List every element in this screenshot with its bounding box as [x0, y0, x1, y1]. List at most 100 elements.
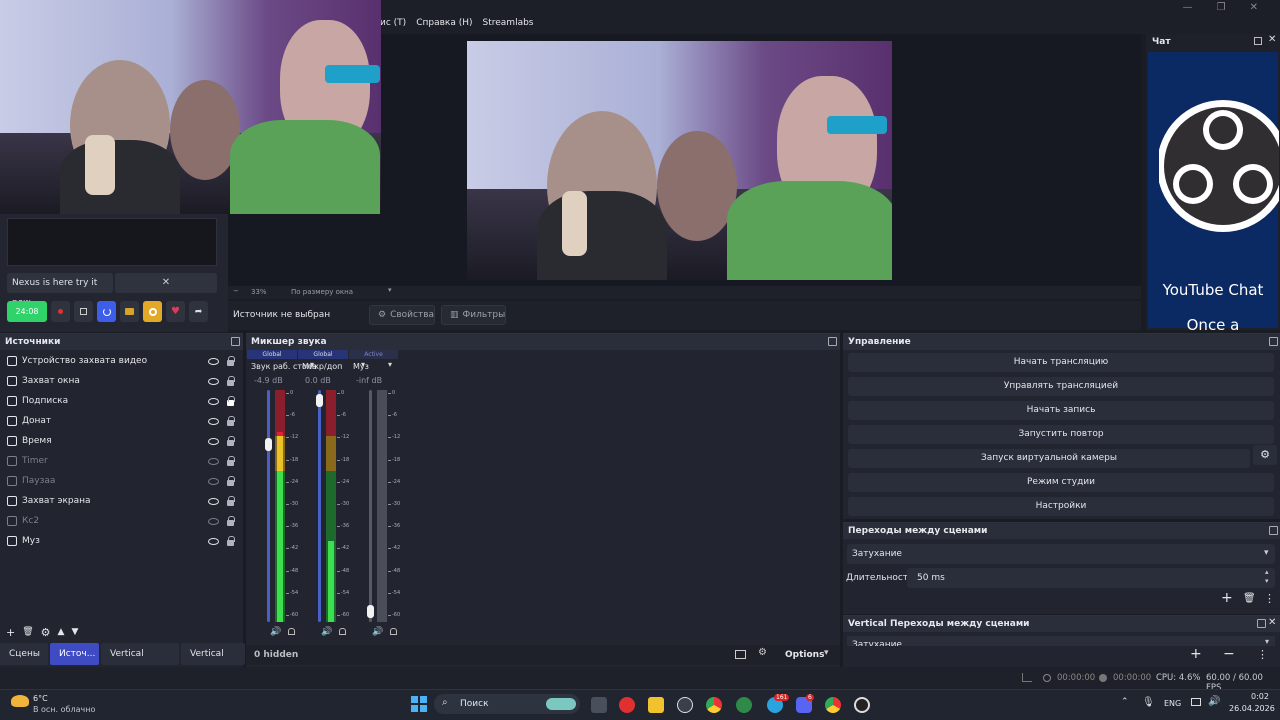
clock-date[interactable]: 26.04.2026 — [1229, 704, 1275, 713]
volume-fader[interactable] — [369, 390, 372, 622]
tab-sources[interactable]: Источ... — [50, 643, 99, 665]
eye-off-icon[interactable] — [208, 478, 219, 485]
task-view-icon[interactable] — [591, 697, 607, 713]
headphones-icon[interactable] — [288, 628, 295, 635]
fader-handle[interactable] — [265, 438, 272, 452]
yandex-browser-icon[interactable] — [619, 697, 635, 713]
refresh-button[interactable] — [97, 301, 116, 322]
menu-item-tools[interactable]: ис (T) — [380, 18, 406, 30]
settings-widget-button[interactable] — [143, 301, 162, 322]
main-preview-video[interactable] — [467, 41, 892, 280]
fader-handle[interactable] — [316, 394, 323, 408]
camera-overlay-video[interactable] — [0, 0, 381, 214]
speaker-icon[interactable]: 🔊 — [270, 627, 281, 637]
timer-button[interactable]: 24:08 — [7, 301, 47, 322]
source-row[interactable]: Время — [0, 431, 243, 451]
duration-input[interactable]: 50 ms — [907, 568, 1275, 588]
source-row[interactable]: Устройство захвата видео — [0, 351, 243, 371]
tab-scenes[interactable]: Сцены — [0, 643, 48, 665]
eye-icon[interactable] — [208, 438, 219, 445]
lock-icon[interactable] — [227, 396, 235, 406]
file-explorer-icon[interactable] — [648, 697, 664, 713]
eye-off-icon[interactable] — [208, 518, 219, 525]
spotify-icon[interactable] — [736, 697, 752, 713]
close-icon[interactable]: ✕ — [1268, 34, 1276, 45]
chrome-icon[interactable] — [706, 697, 722, 713]
source-row[interactable]: Муз — [0, 531, 243, 551]
speaker-muted-icon[interactable]: 🔊 — [372, 627, 383, 637]
start-button[interactable] — [411, 696, 427, 712]
unlock-icon[interactable] — [227, 416, 235, 426]
unlock-icon[interactable] — [227, 436, 235, 446]
volume-fader[interactable] — [267, 390, 270, 622]
close-window-button[interactable]: ✕ — [1250, 2, 1258, 13]
float-icon[interactable] — [1254, 37, 1262, 45]
share-button[interactable]: ➦ — [189, 301, 208, 322]
eye-off-icon[interactable] — [208, 458, 219, 465]
options-button[interactable]: Options — [785, 650, 824, 660]
source-settings-button[interactable]: ⚙ — [41, 626, 51, 639]
mixer-channel-name[interactable]: Микр/доп — [302, 362, 342, 371]
add-vertical-transition-button[interactable]: + — [1190, 646, 1202, 662]
remove-vertical-transition-button[interactable]: − — [1223, 646, 1235, 662]
transition-select[interactable]: Затухание — [847, 544, 1275, 564]
weather-temp[interactable]: 6°C — [33, 694, 48, 703]
float-icon[interactable] — [1269, 526, 1278, 535]
maximize-button[interactable]: ❐ — [1217, 2, 1226, 13]
volume-fader[interactable] — [318, 390, 321, 622]
chevron-up-icon[interactable]: ⌃ — [1121, 697, 1129, 707]
trash-icon[interactable]: 🗑 — [1243, 593, 1256, 604]
stop-button[interactable] — [74, 301, 93, 322]
hidden-count[interactable]: 0 hidden — [254, 650, 298, 660]
eye-icon[interactable] — [208, 498, 219, 505]
float-icon[interactable] — [1269, 337, 1278, 346]
fader-handle[interactable] — [367, 604, 374, 618]
headphones-icon[interactable] — [390, 628, 397, 635]
unlock-icon[interactable] — [227, 376, 235, 386]
chrome-icon[interactable] — [825, 697, 841, 713]
add-source-button[interactable]: + — [6, 626, 15, 639]
minimize-button[interactable]: — — [1183, 2, 1193, 13]
volume-icon[interactable]: 🔊 — [1208, 696, 1220, 707]
zoom-fit-select[interactable]: По размеру окна — [291, 288, 353, 296]
control-button[interactable]: Режим студии — [848, 473, 1274, 492]
mixer-channel-name[interactable]: Муз — [353, 362, 369, 371]
app-icon[interactable] — [677, 697, 693, 713]
headphones-icon[interactable] — [339, 628, 346, 635]
source-row[interactable]: Кс2 — [0, 511, 243, 531]
filters-button[interactable]: ▥ Фильтры — [441, 305, 506, 325]
source-row[interactable]: Захват экрана — [0, 491, 243, 511]
float-icon[interactable] — [231, 337, 240, 346]
speaker-icon[interactable]: 🔊 — [321, 627, 332, 637]
network-icon[interactable] — [1191, 698, 1201, 706]
move-down-button[interactable]: ▼ — [71, 627, 78, 637]
clock-time[interactable]: 0:02 — [1251, 692, 1269, 701]
duration-stepper[interactable]: ▴ ▾ — [1265, 568, 1269, 586]
obs-taskbar-icon[interactable] — [854, 697, 870, 713]
control-button[interactable]: Управлять трансляцией — [848, 377, 1274, 396]
chevron-down-icon[interactable]: ▾ — [388, 360, 392, 369]
vertical-transition-select[interactable]: Затухание — [847, 636, 1275, 646]
unlock-icon[interactable] — [227, 456, 235, 466]
float-icon[interactable] — [1257, 619, 1266, 628]
source-row[interactable]: Захват окна — [0, 371, 243, 391]
eye-icon[interactable] — [208, 358, 219, 365]
menu-item-help[interactable]: Справка (H) — [416, 18, 472, 30]
remove-source-button[interactable]: 🗑 — [22, 627, 33, 637]
control-button[interactable]: Запуск виртуальной камеры — [848, 449, 1250, 468]
float-icon[interactable] — [828, 337, 837, 346]
tab-vertical-sources[interactable]: Vertical Исто... — [101, 643, 179, 681]
more-icon[interactable]: ⋮ — [1257, 648, 1268, 661]
unlock-icon[interactable] — [227, 356, 235, 366]
search-box[interactable]: ⌕ Поиск — [434, 694, 580, 714]
virtual-camera-settings-button[interactable]: ⚙ — [1253, 445, 1277, 465]
advanced-audio-icon[interactable]: ⚙ — [758, 647, 767, 658]
source-row[interactable]: Паузаа — [0, 471, 243, 491]
eye-icon[interactable] — [208, 418, 219, 425]
weather-desc[interactable]: В осн. облачно — [33, 705, 95, 714]
record-button[interactable] — [51, 301, 70, 322]
nexus-close-button[interactable]: ✕ — [115, 273, 217, 293]
control-button[interactable]: Начать трансляцию — [848, 353, 1274, 372]
control-button[interactable]: Настройки — [848, 497, 1274, 516]
unlock-icon[interactable] — [227, 516, 235, 526]
